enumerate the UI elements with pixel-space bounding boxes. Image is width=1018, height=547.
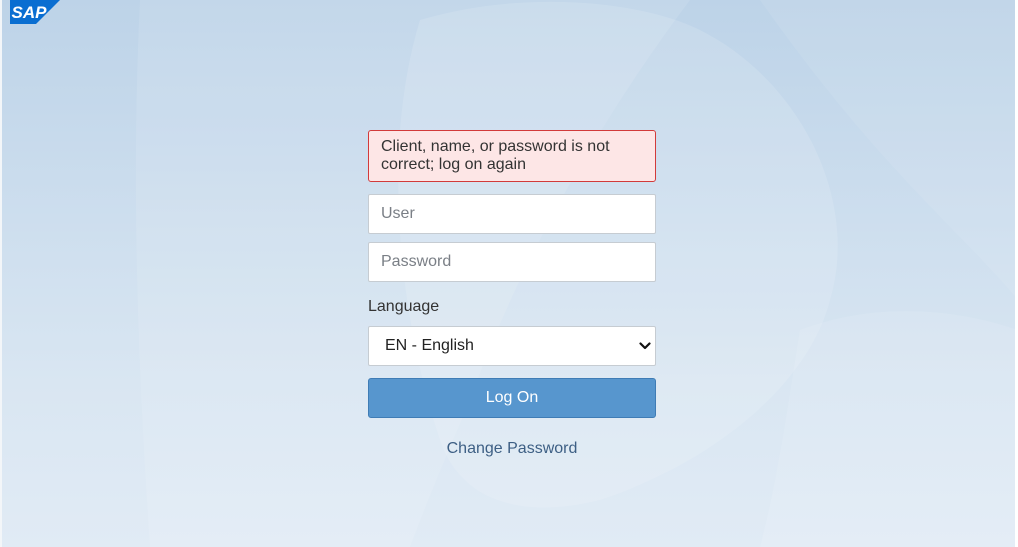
password-input[interactable] bbox=[368, 242, 656, 282]
login-form: Client, name, or password is not correct… bbox=[368, 130, 656, 459]
chevron-down-icon bbox=[639, 342, 651, 350]
page-left-edge bbox=[0, 0, 2, 547]
user-input[interactable] bbox=[368, 194, 656, 234]
language-selected-value: EN - English bbox=[385, 337, 474, 354]
change-password-link[interactable]: Change Password bbox=[368, 439, 656, 459]
sap-logo-icon: SAP bbox=[10, 0, 60, 24]
language-select[interactable]: EN - English bbox=[368, 326, 656, 366]
error-message: Client, name, or password is not correct… bbox=[368, 130, 656, 182]
language-label: Language bbox=[368, 298, 440, 315]
log-on-button[interactable]: Log On bbox=[368, 378, 656, 418]
sap-logo-text: SAP bbox=[12, 3, 48, 22]
